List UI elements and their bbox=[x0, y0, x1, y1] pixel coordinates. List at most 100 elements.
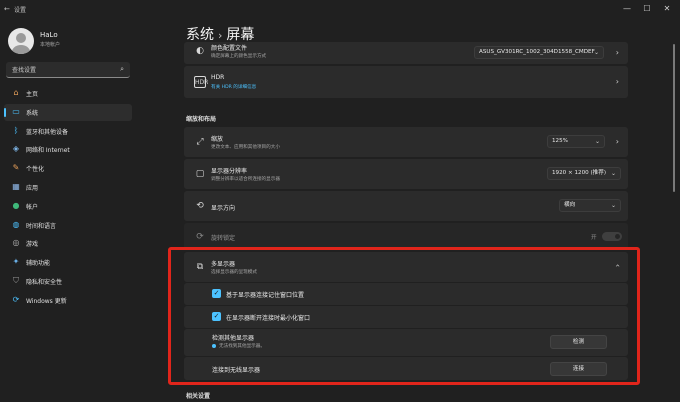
chevron-down-icon: ⌄ bbox=[610, 170, 616, 177]
back-arrow-icon[interactable]: ← bbox=[4, 5, 10, 13]
chevron-down-icon: ⌄ bbox=[610, 202, 616, 209]
sidebar-nav: ⌂ 主页 ▭ 系统 ᛒ 蓝牙和其他设备 ◈ 网络和 Internet ✎ 个性化… bbox=[4, 85, 132, 311]
chevron-right-icon: › bbox=[615, 77, 619, 86]
hdr-title: HDR bbox=[211, 74, 225, 81]
sidebar-item-label: 主页 bbox=[26, 91, 39, 98]
app-title: 设置 bbox=[14, 7, 27, 14]
multi-display-icon: ⧉ bbox=[196, 262, 204, 272]
sidebar-item-personalization[interactable]: ✎ 个性化 bbox=[4, 160, 132, 177]
sidebar-item-privacy[interactable]: ⛉ 隐私和安全性 bbox=[4, 273, 132, 290]
wireless-display-row: 连接到无线显示器 连接 bbox=[184, 357, 628, 380]
user-account-type: 本地帐户 bbox=[40, 42, 61, 48]
chevron-up-icon[interactable]: › bbox=[613, 264, 622, 267]
remember-window-checkbox[interactable]: ✓ bbox=[212, 289, 221, 298]
scale-title: 缩放 bbox=[211, 136, 224, 143]
account-icon: ● bbox=[12, 200, 20, 210]
rotation-lock-title: 旋转锁定 bbox=[211, 235, 236, 242]
sidebar-item-label: 帐户 bbox=[26, 203, 39, 211]
sidebar-item-label: 应用 bbox=[26, 184, 39, 192]
color-profile-icon: ◐ bbox=[196, 46, 204, 56]
chevron-down-icon: ⌄ bbox=[593, 49, 599, 56]
sidebar-item-gaming[interactable]: ◎ 游戏 bbox=[4, 235, 132, 252]
related-settings-heading: 相关设置 bbox=[186, 393, 211, 400]
resolution-title: 显示器分辨率 bbox=[211, 168, 248, 175]
minimize-button[interactable]: — bbox=[620, 3, 634, 15]
minimize-windows-checkbox[interactable]: ✓ bbox=[212, 312, 221, 321]
wireless-display-title: 连接到无线显示器 bbox=[212, 367, 261, 374]
info-dot-icon bbox=[212, 344, 216, 348]
orientation-row[interactable]: ⟲ 显示方向 横向 ⌄ bbox=[184, 191, 628, 221]
orientation-dropdown[interactable]: 横向 ⌄ bbox=[559, 199, 621, 212]
hdr-info-link[interactable]: 有关 HDR 的详细信息 bbox=[211, 84, 256, 90]
sidebar-item-system[interactable]: ▭ 系统 bbox=[4, 103, 132, 121]
sidebar-item-time-language[interactable]: ◍ 时间和语言 bbox=[4, 217, 132, 234]
resolution-subtitle: 调整分辨率以适合所连接的显示器 bbox=[211, 177, 280, 182]
maximize-button[interactable]: ☐ bbox=[640, 3, 654, 15]
scale-value: 125% bbox=[552, 138, 568, 144]
shield-icon: ⛉ bbox=[13, 275, 19, 285]
orientation-title: 显示方向 bbox=[211, 205, 236, 212]
scale-layout-heading: 缩放和布局 bbox=[186, 116, 217, 123]
rotation-lock-toggle bbox=[602, 232, 622, 241]
scale-subtitle: 更改文本、应用和其他项目的大小 bbox=[211, 145, 280, 150]
breadcrumb: 系统 › 屏幕 bbox=[186, 24, 254, 44]
remember-window-row[interactable]: ✓ 基于显示器连接记住窗口位置 bbox=[184, 283, 628, 305]
scale-icon: ⤢ bbox=[196, 137, 204, 147]
sidebar-item-apps[interactable]: ▦ 应用 bbox=[4, 179, 132, 196]
close-button[interactable]: ✕ bbox=[660, 3, 674, 15]
sidebar-item-home[interactable]: ⌂ 主页 bbox=[4, 85, 132, 102]
sidebar-item-accounts[interactable]: ● 帐户 bbox=[4, 198, 132, 215]
main-content: 系统 › 屏幕 ◐ 颜色配置文件 确定屏幕上的颜色显示方式 ASUS_GV301RC… bbox=[140, 20, 680, 402]
color-profile-dropdown[interactable]: ASUS_GV301RC_1002_304D1558_CMDEF ⌄ bbox=[474, 46, 604, 59]
apps-icon: ▦ bbox=[12, 181, 20, 191]
sidebar-item-bluetooth[interactable]: ᛒ 蓝牙和其他设备 bbox=[4, 123, 132, 140]
scrollbar[interactable] bbox=[673, 44, 675, 192]
sidebar-item-label: Windows 更新 bbox=[26, 297, 67, 305]
chevron-down-icon: ⌄ bbox=[594, 138, 600, 145]
network-icon: ◈ bbox=[12, 144, 20, 154]
sidebar-item-label: 网络和 Internet bbox=[26, 147, 70, 155]
sidebar-item-label: 蓝牙和其他设备 bbox=[26, 128, 69, 136]
orientation-icon: ⟲ bbox=[196, 201, 204, 211]
detect-button[interactable]: 检测 bbox=[550, 335, 607, 349]
rotation-lock-state: 开 bbox=[591, 235, 597, 241]
sidebar-item-accessibility[interactable]: ✦ 辅助功能 bbox=[4, 254, 132, 271]
breadcrumb-system[interactable]: 系统 bbox=[186, 27, 214, 43]
scale-dropdown[interactable]: 125% ⌄ bbox=[547, 135, 605, 148]
accessibility-icon: ✦ bbox=[12, 257, 20, 267]
sidebar-item-label: 隐私和安全性 bbox=[26, 278, 63, 286]
resolution-value: 1920 × 1200 (推荐) bbox=[552, 170, 607, 176]
title-bar: ← 设置 — ☐ ✕ bbox=[0, 0, 680, 20]
page-title: 屏幕 bbox=[226, 27, 255, 43]
lock-rotation-icon: ⟳ bbox=[196, 232, 204, 242]
multiple-displays-title: 多显示器 bbox=[211, 261, 236, 268]
connect-button[interactable]: 连接 bbox=[550, 362, 607, 376]
multiple-displays-subtitle: 选择显示器的呈现模式 bbox=[211, 270, 257, 275]
sidebar-item-windows-update[interactable]: ⟳ Windows 更新 bbox=[4, 292, 132, 309]
resolution-dropdown[interactable]: 1920 × 1200 (推荐) ⌄ bbox=[547, 167, 621, 180]
home-icon: ⌂ bbox=[13, 88, 19, 97]
hdr-row[interactable]: HDR HDR 有关 HDR 的详细信息 › bbox=[184, 66, 628, 98]
color-profile-subtitle: 确定屏幕上的颜色显示方式 bbox=[211, 54, 267, 59]
avatar[interactable] bbox=[8, 28, 34, 54]
sidebar-item-label: 游戏 bbox=[26, 241, 39, 249]
detect-displays-row: 检测其他显示器 无法找到其他显示器。 检测 bbox=[184, 329, 628, 356]
resolution-row[interactable]: ▢ 显示器分辨率 调整分辨率以适合所连接的显示器 1920 × 1200 (推荐… bbox=[184, 159, 628, 189]
search-box[interactable]: ⌕ bbox=[6, 62, 130, 78]
minimize-windows-row[interactable]: ✓ 在显示器断开连接时最小化窗口 bbox=[184, 306, 628, 328]
search-input[interactable] bbox=[12, 64, 112, 76]
scale-row[interactable]: ⤢ 缩放 更改文本、应用和其他项目的大小 125% ⌄ › bbox=[184, 127, 628, 157]
color-profile-row[interactable]: ◐ 颜色配置文件 确定屏幕上的颜色显示方式 ASUS_GV301RC_1002_… bbox=[184, 42, 628, 64]
detect-displays-title: 检测其他显示器 bbox=[212, 335, 255, 342]
chevron-right-icon: › bbox=[218, 29, 223, 42]
user-name: HaLo bbox=[40, 31, 58, 39]
rotation-lock-row: ⟳ 旋转锁定 开 bbox=[184, 223, 628, 250]
search-icon[interactable]: ⌕ bbox=[120, 65, 124, 74]
detect-displays-status: 无法找到其他显示器。 bbox=[219, 344, 265, 349]
minimize-windows-label: 在显示器断开连接时最小化窗口 bbox=[226, 315, 311, 322]
sidebar-item-label: 系统 bbox=[26, 109, 39, 117]
multiple-displays-header[interactable]: ⧉ 多显示器 选择显示器的呈现模式 › bbox=[184, 252, 628, 282]
sidebar-item-network[interactable]: ◈ 网络和 Internet bbox=[4, 141, 132, 158]
color-profile-title: 颜色配置文件 bbox=[211, 45, 248, 52]
resolution-icon: ▢ bbox=[195, 169, 205, 179]
